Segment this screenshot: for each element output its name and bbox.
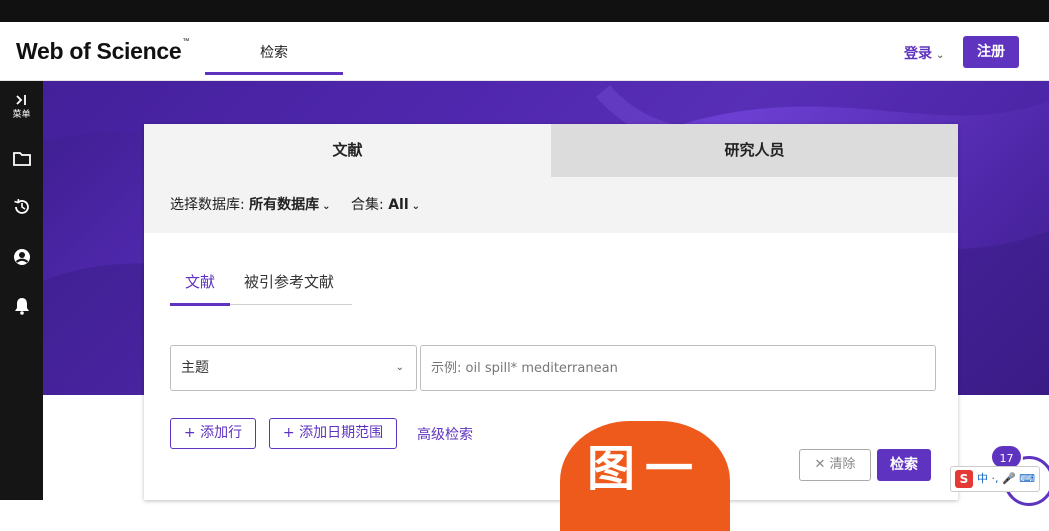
history-icon bbox=[13, 198, 29, 214]
db-dropdown[interactable]: 所有数据库 ⌄ bbox=[249, 197, 330, 213]
sidebar-item-folder[interactable] bbox=[0, 151, 43, 166]
web-of-science-logo[interactable]: Web of Science™ bbox=[16, 38, 189, 65]
login-dropdown[interactable]: 登录 ⌄ bbox=[904, 43, 944, 63]
logo-trademark: ™ bbox=[182, 38, 190, 45]
menu-label: 菜单 bbox=[12, 110, 31, 120]
menu-toggle[interactable]: 菜单 bbox=[0, 94, 43, 120]
left-sidebar: 菜单 bbox=[0, 81, 43, 500]
db-value: 所有数据库 bbox=[249, 197, 320, 213]
add-row-button[interactable]: + 添加行 bbox=[170, 418, 256, 449]
chevron-down-icon: ⌄ bbox=[395, 362, 404, 373]
subtab-documents[interactable]: 文献 bbox=[185, 271, 215, 292]
register-button[interactable]: 注册 bbox=[963, 36, 1019, 68]
chevron-down-icon: ⌄ bbox=[411, 201, 421, 212]
folder-icon bbox=[12, 152, 31, 166]
ime-toolbar[interactable]: S 中 ·, 🎤 ⌨ bbox=[950, 466, 1040, 492]
bell-icon bbox=[14, 298, 29, 315]
search-input[interactable] bbox=[420, 345, 936, 391]
search-field-select[interactable]: 主题 ⌄ bbox=[170, 345, 417, 391]
overlay-stamp: 图一 bbox=[560, 421, 730, 531]
db-label: 选择数据库: bbox=[170, 197, 245, 213]
database-selector-row: 选择数据库: 所有数据库 ⌄ 合集: All ⌄ bbox=[144, 177, 958, 233]
sidebar-item-profile[interactable] bbox=[0, 248, 43, 266]
advanced-search-link[interactable]: 高级检索 bbox=[417, 424, 473, 444]
add-date-range-button[interactable]: + 添加日期范围 bbox=[269, 418, 397, 449]
browser-top-strip bbox=[0, 0, 1049, 22]
collection-value: All bbox=[388, 197, 409, 213]
tab-researchers[interactable]: 研究人员 bbox=[551, 124, 958, 177]
clear-button[interactable]: ✕ 清除 bbox=[799, 449, 871, 481]
ime-logo-icon: S bbox=[955, 470, 973, 488]
search-button[interactable]: 检索 bbox=[877, 449, 931, 481]
nav-tab-search[interactable]: 检索 bbox=[205, 42, 343, 75]
top-header: Web of Science™ 检索 登录 ⌄ 注册 bbox=[0, 22, 1049, 81]
login-label: 登录 bbox=[904, 46, 932, 62]
search-field-value: 主题 bbox=[181, 360, 209, 376]
chevron-down-icon: ⌄ bbox=[322, 201, 331, 212]
collection-label: 合集: bbox=[351, 197, 384, 213]
logo-text: Web of Science bbox=[16, 38, 182, 64]
subtab-cited-references[interactable]: 被引参考文献 bbox=[244, 271, 334, 292]
expand-menu-icon bbox=[15, 95, 26, 105]
tab-documents[interactable]: 文献 bbox=[144, 124, 551, 177]
subtab-active-indicator bbox=[170, 303, 230, 306]
ime-status: 中 ·, 🎤 ⌨ bbox=[977, 472, 1036, 485]
user-circle-icon bbox=[13, 249, 30, 265]
sidebar-item-history[interactable] bbox=[0, 198, 43, 216]
sidebar-item-alerts[interactable] bbox=[0, 297, 43, 315]
chevron-down-icon: ⌄ bbox=[936, 50, 945, 61]
search-card: 文献 研究人员 选择数据库: 所有数据库 ⌄ 合集: All ⌄ 文献 被引参考文献… bbox=[144, 124, 958, 500]
collection-dropdown[interactable]: All ⌄ bbox=[388, 197, 420, 213]
